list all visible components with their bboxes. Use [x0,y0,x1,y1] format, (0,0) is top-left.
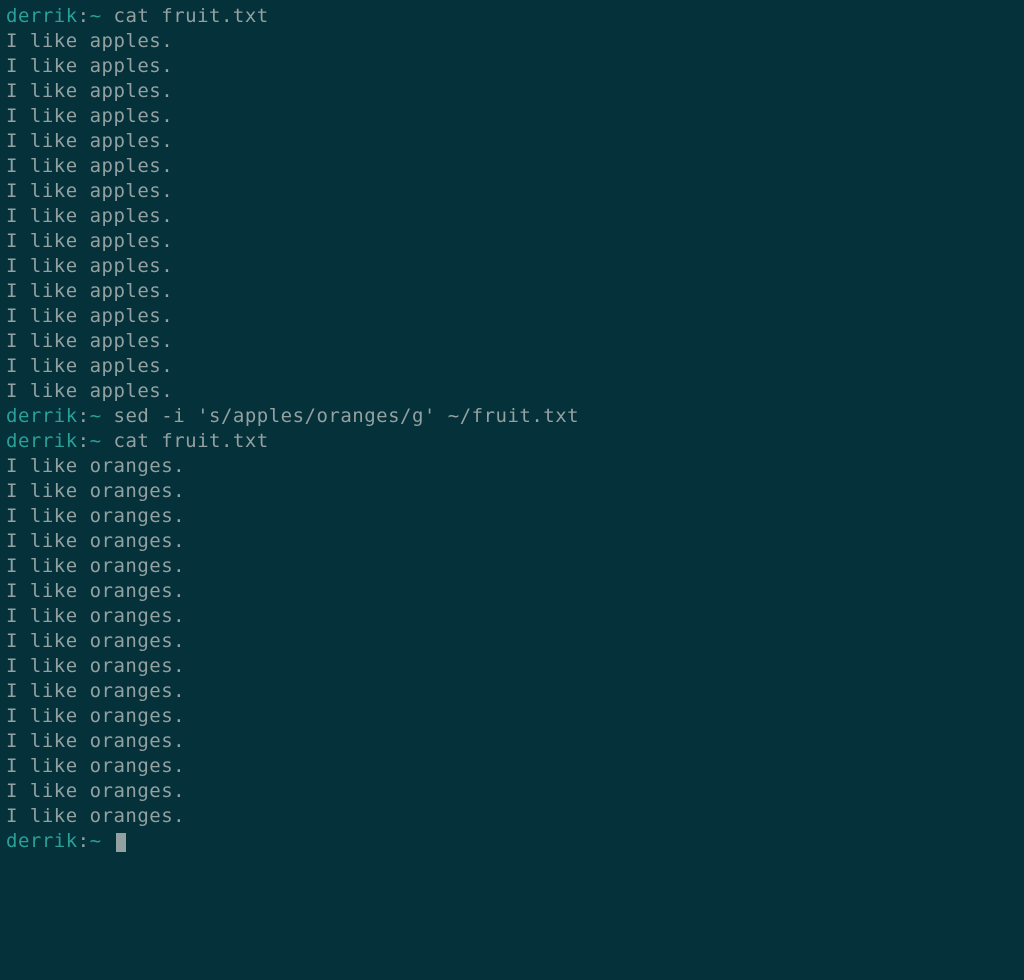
output-line: I like apples. [6,254,1018,279]
output-line: I like oranges. [6,454,1018,479]
output-line: I like oranges. [6,579,1018,604]
output-line: I like oranges. [6,654,1018,679]
output-line: I like oranges. [6,554,1018,579]
output-line: I like oranges. [6,604,1018,629]
prompt-separator: : [78,5,90,27]
output-line: I like apples. [6,79,1018,104]
prompt-path: ~ [90,5,102,27]
prompt-user: derrik [6,5,78,27]
output-line: I like apples. [6,329,1018,354]
prompt-user: derrik [6,430,78,452]
command-text: cat fruit.txt [114,430,269,452]
output-line: I like oranges. [6,679,1018,704]
output-line: I like apples. [6,304,1018,329]
prompt-user: derrik [6,830,78,852]
terminal-window[interactable]: { "prompt": { "user": "derrik", "sep1": … [0,0,1024,980]
output-line: I like apples. [6,154,1018,179]
output-line: I like apples. [6,354,1018,379]
output-line: I like oranges. [6,804,1018,829]
prompt-trailing-space [102,405,114,427]
prompt-trailing-space [102,830,114,852]
prompt-separator: : [78,430,90,452]
output-line: I like apples. [6,379,1018,404]
output-line: I like oranges. [6,729,1018,754]
command-line: derrik:~ cat fruit.txt [6,429,1018,454]
prompt-user: derrik [6,405,78,427]
output-line: I like oranges. [6,779,1018,804]
prompt-separator: : [78,830,90,852]
output-line: I like oranges. [6,704,1018,729]
output-line: I like apples. [6,129,1018,154]
terminal-output-area[interactable]: derrik:~ cat fruit.txtI like apples.I li… [6,4,1018,854]
command-text: cat fruit.txt [114,5,269,27]
output-line: I like apples. [6,54,1018,79]
output-line: I like apples. [6,229,1018,254]
output-line: I like apples. [6,204,1018,229]
active-prompt-line[interactable]: derrik:~ [6,829,1018,854]
prompt-path: ~ [90,830,102,852]
output-line: I like oranges. [6,529,1018,554]
output-line: I like oranges. [6,479,1018,504]
prompt-path: ~ [90,405,102,427]
output-line: I like oranges. [6,629,1018,654]
output-line: I like apples. [6,279,1018,304]
command-text: sed -i 's/apples/oranges/g' ~/fruit.txt [114,405,580,427]
prompt-trailing-space [102,430,114,452]
output-line: I like oranges. [6,504,1018,529]
command-line: derrik:~ cat fruit.txt [6,4,1018,29]
prompt-separator: : [78,405,90,427]
cursor-icon [116,833,126,852]
prompt-trailing-space [102,5,114,27]
output-line: I like apples. [6,104,1018,129]
command-line: derrik:~ sed -i 's/apples/oranges/g' ~/f… [6,404,1018,429]
output-line: I like apples. [6,29,1018,54]
output-line: I like apples. [6,179,1018,204]
prompt-path: ~ [90,430,102,452]
output-line: I like oranges. [6,754,1018,779]
